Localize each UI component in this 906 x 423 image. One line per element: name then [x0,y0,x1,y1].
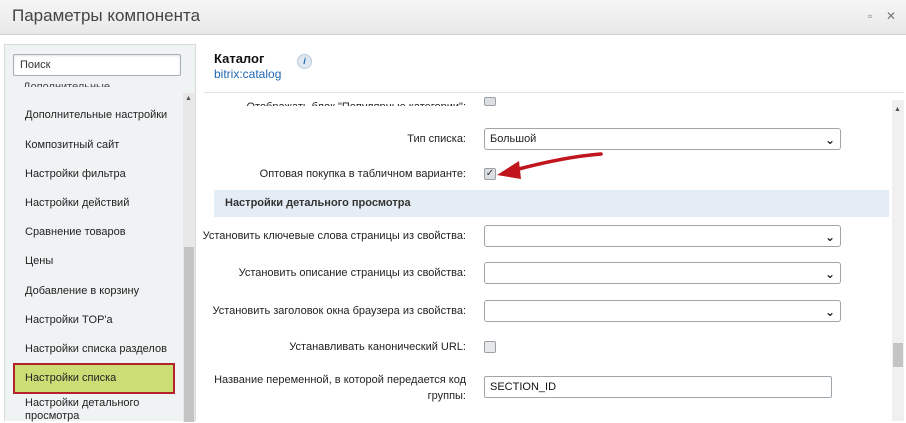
sidebar-scrollbar[interactable]: ▲ [183,93,195,422]
window-titlebar: Параметры компонента ▫ ✕ [0,0,906,35]
keywords-select[interactable]: ⌄ [484,225,841,247]
description-label: Установить описание страницы из свойства… [238,267,466,279]
chevron-down-icon: ⌄ [824,133,835,147]
search-input[interactable] [13,54,181,76]
canonical-url-checkbox[interactable] [484,341,496,353]
sidebar: Дополнительные настройки Дополнительные … [4,44,196,423]
scroll-up-icon[interactable]: ▲ [185,95,192,102]
window-title: Параметры компонента [12,6,201,25]
sidebar-scroll-thumb[interactable] [184,247,194,422]
sidebar-item-additional-settings[interactable]: Дополнительные настройки [13,109,175,122]
chevron-down-icon: ⌄ [824,305,835,319]
sidebar-item-filter-settings[interactable]: Настройки фильтра [13,168,175,181]
sidebar-item-add-to-cart[interactable]: Добавление в корзину [13,285,175,298]
list-type-value: Большой [490,133,537,145]
header-divider [204,92,904,93]
sidebar-item-prices[interactable]: Цены [13,255,175,268]
popular-categories-label: Отображать блок "Популярные категории": [246,100,466,106]
sidebar-item-top-settings[interactable]: Настройки TOP'а [13,314,175,327]
chevron-down-icon: ⌄ [824,230,835,244]
main-scroll-thumb[interactable] [893,343,903,367]
sidebar-item-action-settings[interactable]: Настройки действий [13,197,175,210]
sidebar-item-partial[interactable]: Дополнительные настройки [23,81,153,87]
list-type-select[interactable]: Большой ⌄ [484,128,841,150]
component-code: bitrix:catalog [214,67,282,81]
list-type-label: Тип списка: [407,133,466,145]
chevron-down-icon: ⌄ [824,267,835,281]
component-title: Каталог [214,51,265,66]
close-icon[interactable]: ✕ [884,9,898,23]
sidebar-item-compare-products[interactable]: Сравнение товаров [13,226,175,239]
sidebar-item-composite-site[interactable]: Композитный сайт [13,139,175,152]
sidebar-item-list-settings[interactable]: Настройки списка [13,363,175,394]
browser-title-select[interactable]: ⌄ [484,300,841,322]
sidebar-item-detail-view-settings[interactable]: Настройки детального просмотра [13,397,175,423]
browser-title-label: Установить заголовок окна браузера из св… [212,305,466,317]
variable-name-input[interactable] [484,376,832,398]
info-icon[interactable]: i [297,54,312,69]
variable-name-label-line2: группы: [427,390,466,402]
main-scrollbar[interactable]: ▲ [892,100,904,421]
variable-name-label-line1: Название переменной, в которой передаетс… [214,374,466,386]
keywords-label: Установить ключевые слова страницы из св… [202,230,466,242]
description-select[interactable]: ⌄ [484,262,841,284]
section-detail-view-header: Настройки детального просмотра [214,190,889,217]
arrow-annotation-icon [497,152,603,179]
canonical-url-label: Устанавливать канонический URL: [289,341,466,353]
scroll-up-icon[interactable]: ▲ [894,106,901,113]
minimize-icon[interactable]: ▫ [863,9,877,23]
wholesale-label: Оптовая покупка в табличном варианте: [259,168,466,180]
popular-categories-checkbox[interactable] [484,97,496,106]
sidebar-item-section-list-settings[interactable]: Настройки списка разделов [13,343,175,356]
variable-name-label: Название переменной, в которой передаетс… [214,372,466,404]
